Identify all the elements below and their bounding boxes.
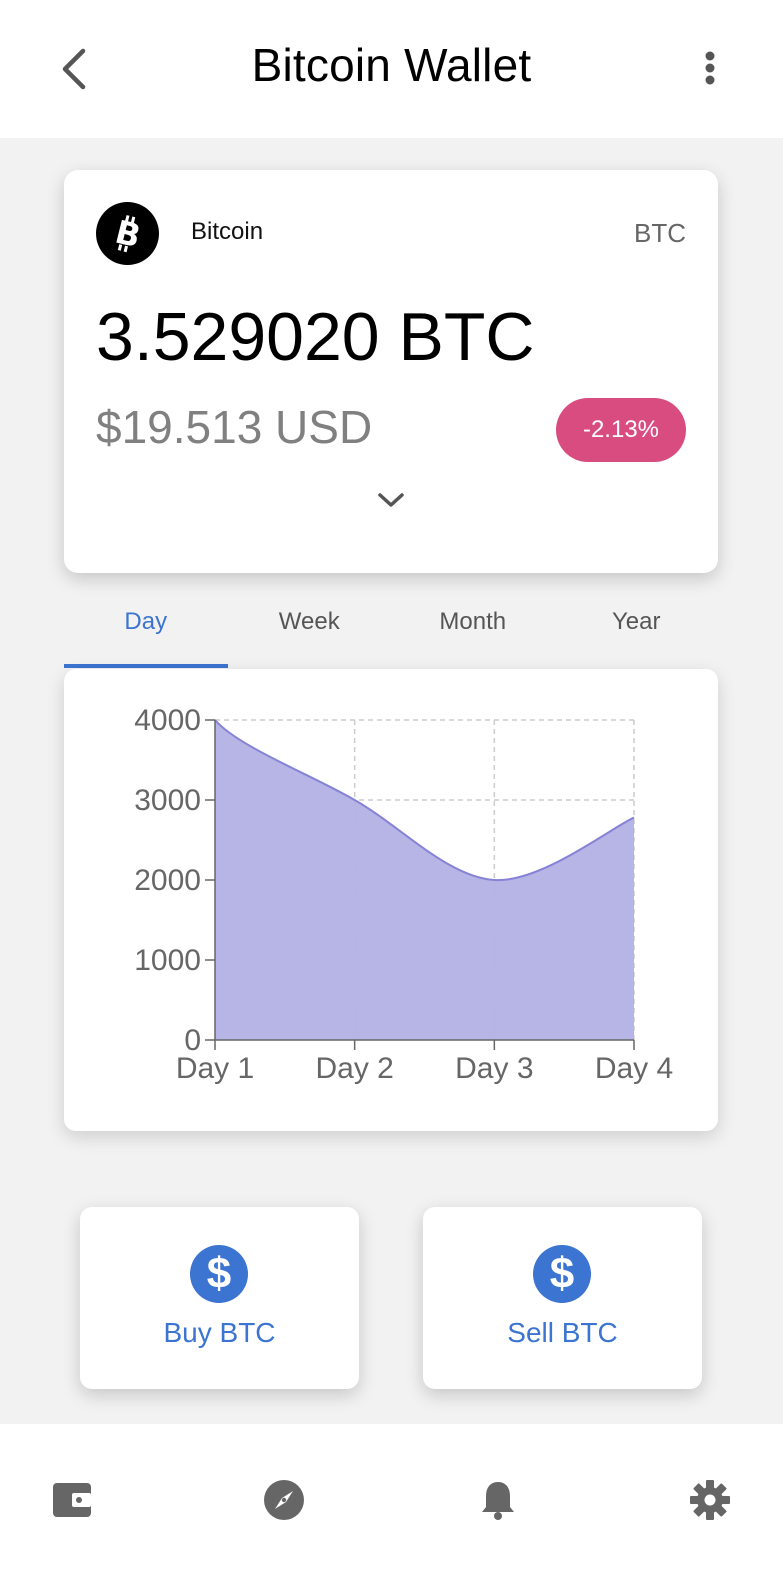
buy-btc-label: Buy BTC bbox=[163, 1317, 276, 1348]
dollar-icon: $ bbox=[533, 1245, 591, 1303]
sell-btc-button[interactable]: $ Sell BTC bbox=[423, 1207, 702, 1389]
sell-btc-label: Sell BTC bbox=[507, 1317, 618, 1348]
nav-notifications[interactable] bbox=[474, 1476, 522, 1524]
nav-explore[interactable] bbox=[260, 1476, 308, 1524]
tab-year[interactable]: Year bbox=[555, 590, 719, 668]
more-vertical-icon bbox=[705, 51, 715, 85]
dollar-icon: $ bbox=[190, 1245, 248, 1303]
bottom-navigation bbox=[0, 1424, 783, 1573]
gear-icon bbox=[690, 1480, 730, 1520]
x-tick-label: Day 4 bbox=[595, 1052, 673, 1085]
compass-icon bbox=[264, 1480, 304, 1520]
y-tick-label: 1000 bbox=[134, 944, 201, 977]
y-tick-label: 4000 bbox=[134, 704, 201, 737]
buy-btc-button[interactable]: $ Buy BTC bbox=[80, 1207, 359, 1389]
expand-button[interactable] bbox=[373, 485, 409, 515]
wallet-icon bbox=[53, 1483, 91, 1517]
page-title: Bitcoin Wallet bbox=[251, 39, 532, 91]
x-tick-label: Day 3 bbox=[455, 1052, 533, 1085]
nav-settings[interactable] bbox=[686, 1476, 734, 1524]
chevron-down-icon bbox=[378, 493, 404, 507]
price-chart: 01000200030004000Day 1 Day 2 Day 3 Day 4 bbox=[134, 704, 673, 1085]
x-tick-label: Day 1 bbox=[176, 1052, 254, 1085]
area-fill bbox=[215, 720, 634, 1040]
fiat-balance: $19.513 USD bbox=[96, 401, 373, 453]
y-tick-label: 2000 bbox=[134, 864, 201, 897]
tab-day[interactable]: Day bbox=[64, 590, 228, 668]
nav-wallet[interactable] bbox=[48, 1476, 96, 1524]
y-tick-label: 3000 bbox=[134, 784, 201, 817]
more-options-button[interactable] bbox=[692, 46, 728, 90]
bell-icon bbox=[482, 1482, 514, 1520]
tab-week[interactable]: Week bbox=[228, 590, 392, 668]
period-tabs: Day Week Month Year bbox=[64, 590, 718, 668]
coin-symbol: BTC bbox=[634, 218, 686, 248]
x-tick-label: Day 2 bbox=[315, 1052, 393, 1085]
wallet-card: B Bitcoin BTC 3.529020 BTC $19.513 USD -… bbox=[64, 170, 718, 573]
crypto-balance: 3.529020 BTC bbox=[96, 299, 535, 375]
price-change-badge: -2.13% bbox=[556, 398, 686, 462]
bitcoin-icon: B bbox=[96, 202, 159, 265]
coin-name: Bitcoin bbox=[191, 218, 264, 245]
app-header: Bitcoin Wallet bbox=[0, 0, 783, 138]
price-chart-card: 0 1000 2000 3000 4000 Day 1 Day 2 Day 3 Day 4 bbox=[64, 669, 718, 1131]
tab-month[interactable]: Month bbox=[391, 590, 555, 668]
